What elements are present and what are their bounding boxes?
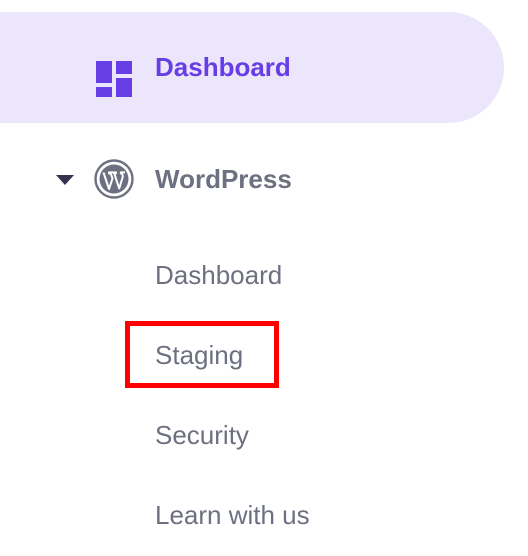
caret-down-icon[interactable] xyxy=(56,175,74,185)
sidebar-subitem-dashboard[interactable]: Dashboard xyxy=(155,258,282,292)
dashboard-grid-icon xyxy=(96,61,132,97)
sidebar-subitem-security[interactable]: Security xyxy=(155,418,249,452)
sidebar-group-label: WordPress xyxy=(155,164,292,194)
sidebar-item-dashboard[interactable]: Dashboard xyxy=(0,12,504,123)
wordpress-icon xyxy=(94,159,134,199)
sidebar-subitem-learn-with-us[interactable]: Learn with us xyxy=(155,498,310,532)
sidebar-nav: Dashboard WordPress Dashboard Staging Se… xyxy=(0,0,528,556)
sidebar-item-label: Dashboard xyxy=(155,52,291,82)
sidebar-group-wordpress[interactable]: WordPress xyxy=(0,150,504,210)
sidebar-subitem-staging[interactable]: Staging xyxy=(155,338,243,372)
